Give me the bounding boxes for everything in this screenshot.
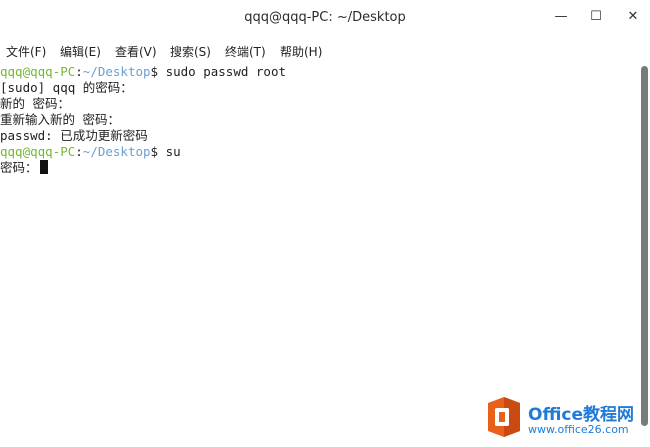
text-cursor (39, 160, 48, 174)
terminal-line-output: 重新输入新的 密码： (0, 112, 121, 127)
terminal-line-output: 新的 密码： (0, 96, 71, 111)
prompt-sign: $ (150, 64, 159, 79)
watermark-title: Office教程网 (528, 405, 635, 425)
terminal-line-input: 密码： (0, 160, 48, 176)
watermark: Office教程网 www.office26.com (484, 395, 650, 445)
prompt-separator: : (75, 64, 83, 79)
close-icon[interactable]: ✕ (620, 6, 646, 28)
title-bar: qqq@qqq-PC: ~/Desktop — ☐ ✕ (0, 0, 650, 36)
scrollbar-thumb[interactable] (641, 66, 648, 426)
menu-view[interactable]: 查看(V) (115, 43, 157, 60)
terminal-line-prompt: qqq@qqq-PC:~/Desktop$ sudo passwd root (0, 64, 286, 80)
prompt-path: ~/Desktop (82, 64, 151, 79)
menu-bar: 文件(F) 编辑(E) 查看(V) 搜索(S) 终端(T) 帮助(H) (0, 38, 650, 62)
menu-search[interactable]: 搜索(S) (170, 43, 211, 60)
prompt-command: su (158, 144, 181, 159)
prompt-user: qqq@qqq-PC (0, 144, 76, 159)
prompt-path: ~/Desktop (82, 144, 151, 159)
menu-file[interactable]: 文件(F) (6, 43, 46, 60)
menu-edit[interactable]: 编辑(E) (60, 43, 101, 60)
menu-help[interactable]: 帮助(H) (280, 43, 322, 60)
terminal-line-output: [sudo] qqq 的密码： (0, 80, 133, 95)
terminal-line-prompt: qqq@qqq-PC:~/Desktop$ su (0, 144, 181, 160)
prompt-command: sudo passwd root (158, 64, 286, 79)
watermark-url: www.office26.com (528, 423, 629, 436)
password-prompt: 密码： (0, 160, 38, 175)
scrollbar[interactable] (640, 62, 650, 447)
prompt-user: qqq@qqq-PC (0, 64, 76, 79)
maximize-icon[interactable]: ☐ (583, 6, 609, 28)
minimize-icon[interactable]: — (548, 6, 574, 28)
prompt-separator: : (75, 144, 83, 159)
terminal-line-output: passwd: 已成功更新密码 (0, 128, 148, 143)
menu-terminal[interactable]: 终端(T) (225, 43, 266, 60)
prompt-sign: $ (150, 144, 159, 159)
terminal-output[interactable]: qqq@qqq-PC:~/Desktop$ sudo passwd root [… (0, 62, 638, 447)
office-logo-icon (488, 397, 520, 437)
